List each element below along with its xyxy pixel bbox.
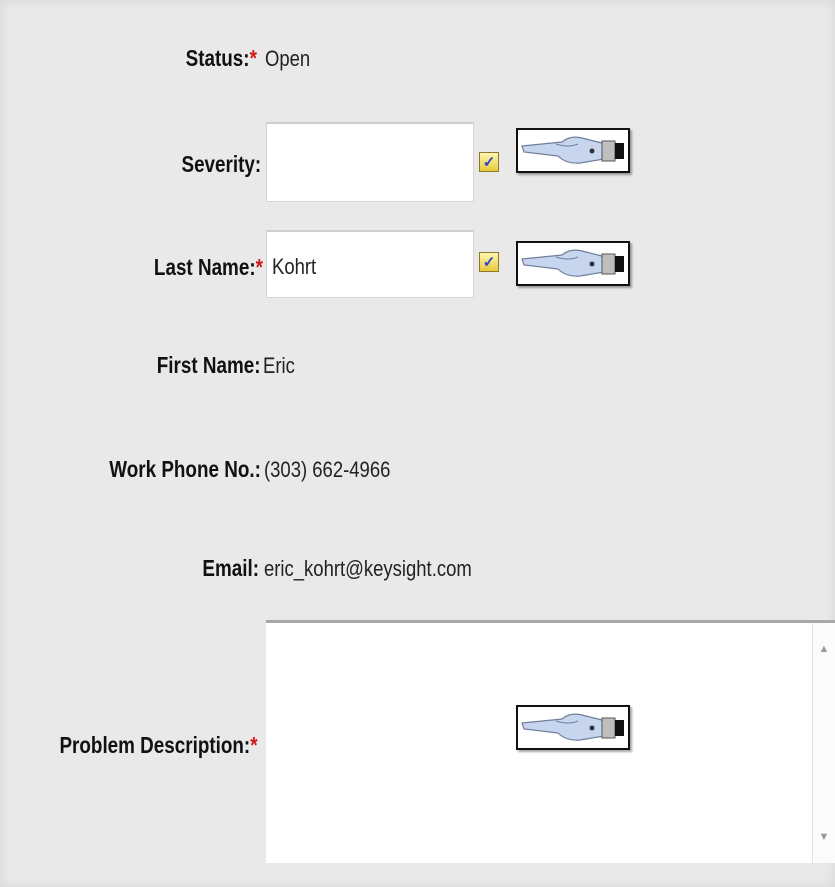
email-value: eric_kohrt@keysight.com bbox=[264, 556, 472, 581]
pointing-hand-icon bbox=[516, 705, 630, 750]
scroll-up-arrow-icon[interactable]: ▲ bbox=[813, 643, 835, 655]
status-value: Open bbox=[265, 46, 311, 71]
last-name-label: Last Name:* bbox=[153, 254, 263, 280]
last-name-input[interactable]: Kohrt bbox=[266, 230, 474, 298]
work-phone-value: (303) 662-4966 bbox=[264, 457, 391, 482]
pointing-hand-icon bbox=[516, 128, 630, 173]
work-phone-label: Work Phone No.: bbox=[109, 456, 261, 482]
problem-description-label: Problem Description:* bbox=[59, 732, 258, 758]
problem-description-scrollbar[interactable]: ▲ ▼ bbox=[812, 623, 835, 863]
severity-lookup-icon[interactable]: ✓ bbox=[479, 152, 499, 172]
first-name-label: First Name: bbox=[157, 352, 261, 378]
status-label: Status:* bbox=[185, 45, 257, 71]
severity-label: Severity: bbox=[181, 151, 261, 177]
first-name-value: Eric bbox=[263, 353, 295, 378]
form-panel: Status:* Open Severity: ✓ Last Name:* Ko… bbox=[0, 0, 835, 887]
severity-input[interactable] bbox=[266, 122, 474, 202]
last-name-lookup-icon[interactable]: ✓ bbox=[479, 252, 499, 272]
pointing-hand-icon bbox=[516, 241, 630, 286]
email-label: Email: bbox=[202, 555, 259, 581]
scroll-down-arrow-icon[interactable]: ▼ bbox=[813, 831, 835, 843]
